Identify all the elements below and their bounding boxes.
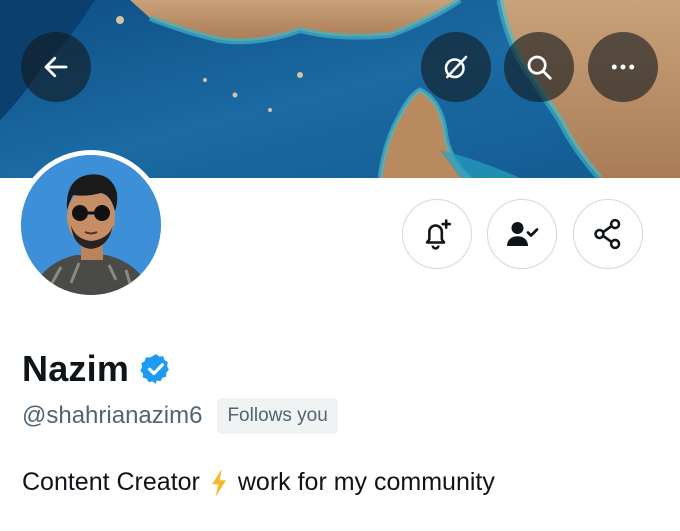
- back-button[interactable]: [21, 32, 91, 102]
- bell-plus-icon: [425, 219, 452, 250]
- profile-name-row: Nazim: [22, 348, 173, 390]
- share-icon: [594, 218, 621, 250]
- bio-text-end: work for my community: [237, 468, 495, 496]
- arrow-left-icon: [44, 56, 68, 78]
- following-button[interactable]: [487, 199, 557, 269]
- slashed-circle-icon: [444, 55, 468, 79]
- notifications-button[interactable]: [402, 199, 472, 269]
- high-voltage-icon: [210, 468, 228, 497]
- search-icon: [527, 55, 552, 80]
- user-handle: @shahrianazim6: [22, 402, 203, 429]
- avatar[interactable]: [16, 150, 166, 300]
- more-button[interactable]: [588, 32, 658, 102]
- person-check-icon: [507, 222, 539, 246]
- verified-badge-icon[interactable]: [139, 352, 173, 386]
- bio-text-start: Content Creator: [22, 468, 200, 496]
- profile-bio: Content Creator work for my community: [22, 468, 495, 497]
- avatar-image: [21, 155, 161, 295]
- follows-you-badge: Follows you: [217, 398, 338, 434]
- more-horizontal-icon: [611, 64, 635, 70]
- handle-row: @shahrianazim6 Follows you: [22, 398, 338, 434]
- display-name: Nazim: [22, 348, 130, 389]
- search-button[interactable]: [504, 32, 574, 102]
- grok-button[interactable]: [421, 32, 491, 102]
- share-button[interactable]: [573, 199, 643, 269]
